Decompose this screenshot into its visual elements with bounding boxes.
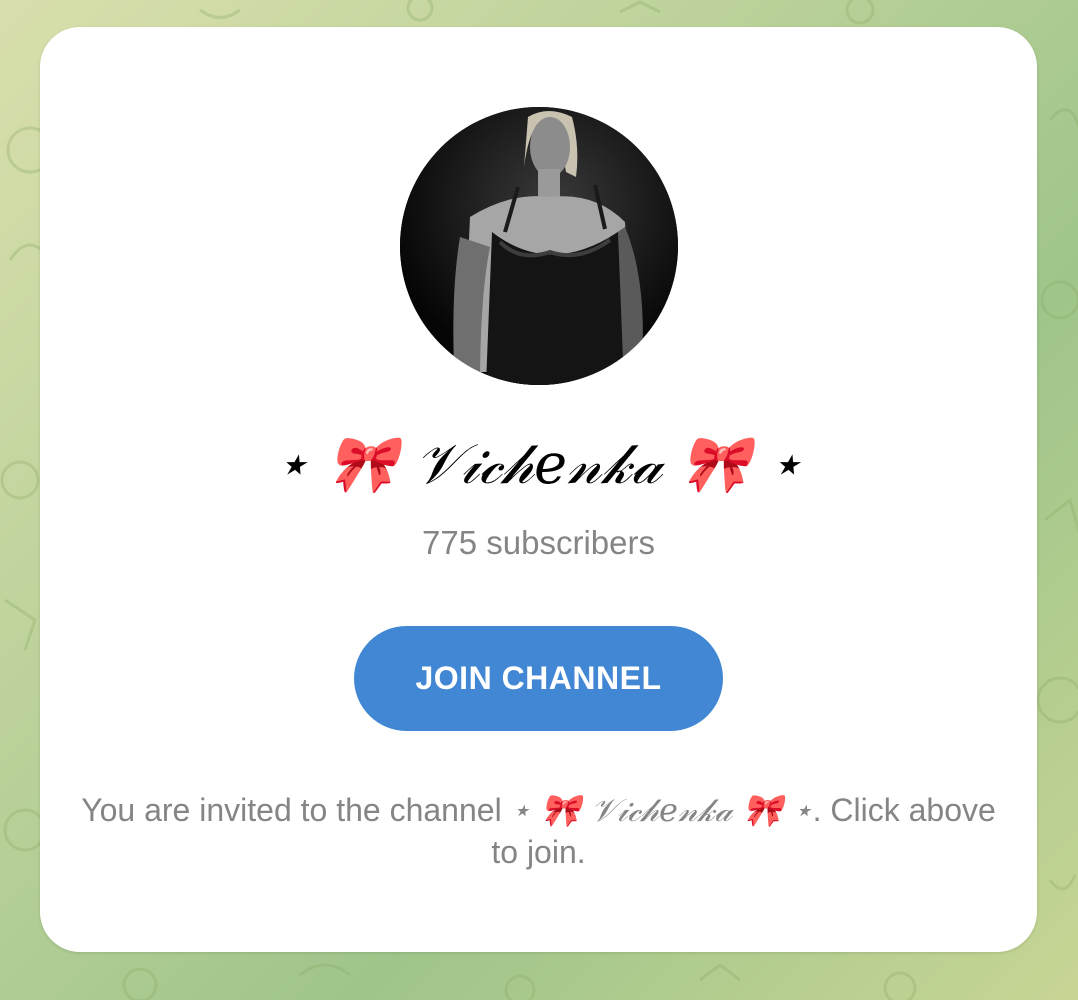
subscriber-count: 775 subscribers — [422, 524, 655, 561]
invite-prefix: You are invited to the channel — [81, 792, 511, 828]
channel-title: ⋆ 🎀 𝒱𝒾𝒸𝒽𝑒𝓃𝓀𝒶 🎀 ⋆ — [274, 432, 803, 497]
channel-invite-card: ⋆ 🎀 𝒱𝒾𝒸𝒽𝑒𝓃𝓀𝒶 🎀 ⋆ 775 subscribers JOIN CH… — [40, 27, 1037, 952]
invite-channel-name: ⋆ 🎀 𝒱𝒾𝒸𝒽𝑒𝓃𝓀𝒶 🎀 ⋆ — [510, 791, 813, 829]
channel-avatar[interactable] — [400, 107, 678, 385]
avatar-photo — [400, 107, 678, 385]
join-channel-button[interactable]: JOIN CHANNEL — [354, 626, 723, 731]
invite-message: You are invited to the channel ⋆ 🎀 𝒱𝒾𝒸𝒽𝑒… — [80, 789, 997, 873]
